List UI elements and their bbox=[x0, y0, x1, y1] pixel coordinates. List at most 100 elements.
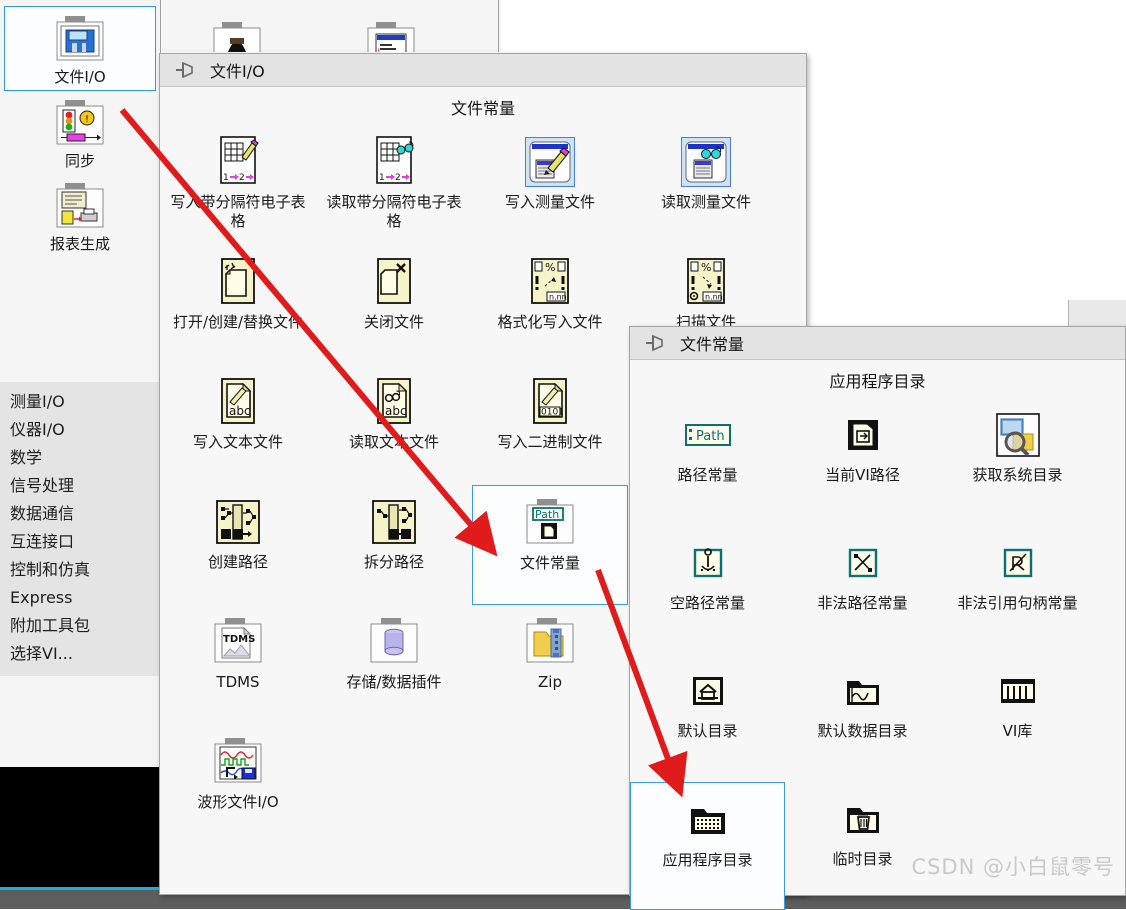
palette-item-temporary-directory[interactable]: 临时目录 bbox=[785, 782, 940, 910]
write-text-file-icon: abc bbox=[221, 378, 255, 424]
palette-item-read-measurement-file[interactable]: 读取测量文件 bbox=[628, 125, 784, 245]
not-a-path-constant-icon bbox=[848, 548, 877, 578]
palette-item-close-file[interactable]: 关闭文件 bbox=[316, 245, 472, 365]
palette-item-label: 打开/创建/替换文件 bbox=[172, 313, 304, 331]
palette-item-path-constant[interactable]: Path 路径常量 bbox=[630, 398, 785, 526]
palette-item-label: 创建路径 bbox=[207, 553, 268, 571]
icon-wrap bbox=[160, 491, 316, 553]
svg-text:TDMS: TDMS bbox=[223, 634, 255, 645]
svg-text:1: 1 bbox=[223, 173, 229, 183]
svg-text:Path: Path bbox=[535, 508, 559, 521]
report-printer-folder-icon bbox=[56, 183, 104, 228]
palette-item-file-constants[interactable]: Path 文件常量 bbox=[472, 485, 628, 605]
palette-titlebar[interactable]: 文件常量 bbox=[630, 327, 1125, 360]
get-system-directory-icon bbox=[995, 413, 1040, 457]
palette-item-not-a-path-constant[interactable]: 非法路径常量 bbox=[785, 526, 940, 654]
palette-item-write-text-file[interactable]: abc 写入文本文件 bbox=[160, 365, 316, 485]
svg-text:%: % bbox=[701, 261, 711, 274]
palette-item-current-vi-path[interactable]: 当前VI路径 bbox=[785, 398, 940, 526]
palette-item-build-path[interactable]: 创建路径 bbox=[160, 485, 316, 605]
palette-section-title: 文件常量 bbox=[450, 99, 515, 118]
sidebar-item-file-io[interactable]: 文件I/O bbox=[4, 6, 156, 91]
palette-item-default-directory[interactable]: 默认目录 bbox=[630, 654, 785, 782]
palette-item-label: 获取系统目录 bbox=[972, 466, 1063, 484]
palette-item-label: 默认数据目录 bbox=[817, 722, 908, 740]
format-into-file-icon: % n.nn bbox=[531, 258, 569, 304]
sidebar-item-label: 同步 bbox=[64, 152, 95, 170]
palette-item-get-system-directory[interactable]: 获取系统目录 bbox=[940, 398, 1095, 526]
icon-wrap bbox=[316, 491, 472, 553]
palette-item-read-text-file[interactable]: abc 读取文本文件 bbox=[316, 365, 472, 485]
palette-item-strip-path[interactable]: 拆分路径 bbox=[316, 485, 472, 605]
sidebar-menu-item-connectivity[interactable]: 互连接口 bbox=[0, 528, 160, 556]
palette-item-label: 应用程序目录 bbox=[662, 851, 753, 869]
sidebar-menu-item-instrument-io[interactable]: 仪器I/O bbox=[0, 416, 160, 444]
icon-wrap bbox=[940, 532, 1095, 594]
palette-item-label: 空路径常量 bbox=[669, 594, 745, 612]
sidebar-item-report-generation[interactable]: 报表生成 bbox=[4, 174, 156, 257]
palette-item-application-directory[interactable]: 应用程序目录 bbox=[630, 782, 785, 910]
background-palette-row bbox=[161, 0, 501, 52]
palette-item-vi-library[interactable]: VI库 bbox=[940, 654, 1095, 782]
palette-item-read-delimited-spreadsheet[interactable]: 1 2 读取带分隔符电子表格 bbox=[316, 125, 472, 245]
pushpin-icon[interactable] bbox=[644, 334, 666, 352]
svg-text:n.nn: n.nn bbox=[705, 293, 723, 302]
palette-titlebar[interactable]: 文件I/O bbox=[160, 54, 806, 87]
palette-item-label: 关闭文件 bbox=[363, 313, 424, 331]
icon-wrap: % n.nn bbox=[472, 251, 628, 313]
sidebar-menu-item-signal-processing[interactable]: 信号处理 bbox=[0, 472, 160, 500]
palette-item-format-into-file[interactable]: % n.nn 格式化写入文件 bbox=[472, 245, 628, 365]
sidebar-menu-list[interactable]: 测量I/O 仪器I/O 数学 信号处理 数据通信 互连接口 控制和仿真 Expr… bbox=[0, 382, 160, 676]
palette-item-waveform-file-io[interactable]: 波形文件I/O bbox=[160, 725, 316, 845]
pushpin-icon[interactable] bbox=[174, 61, 196, 79]
palette-item-empty-path-constant[interactable]: 空路径常量 bbox=[630, 526, 785, 654]
palette-item-not-a-refnum-constant[interactable]: 非法引用句柄常量 bbox=[940, 526, 1095, 654]
write-measurement-file-icon bbox=[529, 141, 571, 183]
palette-item-open-create-replace-file[interactable]: 打开/创建/替换文件 bbox=[160, 245, 316, 365]
icon-wrap bbox=[631, 789, 784, 851]
svg-text:1: 1 bbox=[379, 173, 385, 183]
root-function-palette[interactable]: 文件I/O ! 同步 报表生成 测量I/O 仪器I/O 数学 信号处理 数据通信… bbox=[0, 0, 161, 767]
icon-wrap bbox=[785, 660, 940, 722]
open-create-replace-file-icon bbox=[221, 258, 255, 304]
palette-item-write-delimited-spreadsheet[interactable]: 1 2 写入带分隔符电子表格 bbox=[160, 125, 316, 245]
sidebar-item-sync[interactable]: ! 同步 bbox=[4, 91, 156, 174]
palette-item-label: 写入带分隔符电子表格 bbox=[170, 193, 306, 230]
palette-item-label: 当前VI路径 bbox=[825, 466, 900, 484]
palette-window-file-constants[interactable]: 文件常量 应用程序目录 Path 路径常量 当前VI路径 获取系统目录 空路径常… bbox=[629, 326, 1126, 910]
icon-wrap bbox=[628, 131, 784, 193]
file-constants-folder-icon: Path bbox=[526, 499, 574, 544]
icon-wrap: 1 2 bbox=[316, 131, 472, 193]
storage-datastore-folder-icon bbox=[370, 618, 418, 663]
sidebar-menu-item-data-communication[interactable]: 数据通信 bbox=[0, 500, 160, 528]
sidebar-menu-item-measurement-io[interactable]: 测量I/O bbox=[0, 388, 160, 416]
palette-item-storage-datastore[interactable]: 存储/数据插件 bbox=[316, 605, 472, 725]
express-vi-highlight bbox=[525, 137, 575, 187]
sidebar-menu-item-addons[interactable]: 附加工具包 bbox=[0, 612, 160, 640]
palette-item-label: 格式化写入文件 bbox=[497, 313, 603, 331]
svg-text:2: 2 bbox=[395, 173, 401, 183]
sidebar-menu-item-express[interactable]: Express bbox=[0, 584, 160, 612]
palette-item-tdms[interactable]: TDMS TDMS bbox=[160, 605, 316, 725]
palette-item-write-binary-file[interactable]: 0101 写入二进制文件 bbox=[472, 365, 628, 485]
icon-wrap bbox=[316, 611, 472, 673]
palette-item-default-data-directory[interactable]: 默认数据目录 bbox=[785, 654, 940, 782]
icon-wrap bbox=[630, 532, 785, 594]
build-path-icon bbox=[216, 500, 260, 544]
sidebar-menu-item-mathematics[interactable]: 数学 bbox=[0, 444, 160, 472]
strip-path-icon bbox=[372, 500, 416, 544]
icon-wrap: abc bbox=[160, 371, 316, 433]
palette-item-write-measurement-file[interactable]: 写入测量文件 bbox=[472, 125, 628, 245]
temporary-directory-icon bbox=[846, 808, 879, 833]
zip-folder-icon bbox=[526, 618, 574, 663]
palette-item-zip[interactable]: Zip bbox=[472, 605, 628, 725]
express-vi-highlight bbox=[681, 137, 731, 187]
palette-item-label: 拆分路径 bbox=[363, 553, 424, 571]
svg-text:0101: 0101 bbox=[541, 408, 564, 418]
svg-text:abc: abc bbox=[385, 404, 407, 418]
sidebar-menu-item-control-simulation[interactable]: 控制和仿真 bbox=[0, 556, 160, 584]
empty-path-constant-icon bbox=[693, 548, 722, 578]
svg-text:!: ! bbox=[85, 114, 89, 125]
palette-title: 文件I/O bbox=[210, 62, 265, 81]
sidebar-menu-item-select-vi[interactable]: 选择VI... bbox=[0, 640, 160, 668]
